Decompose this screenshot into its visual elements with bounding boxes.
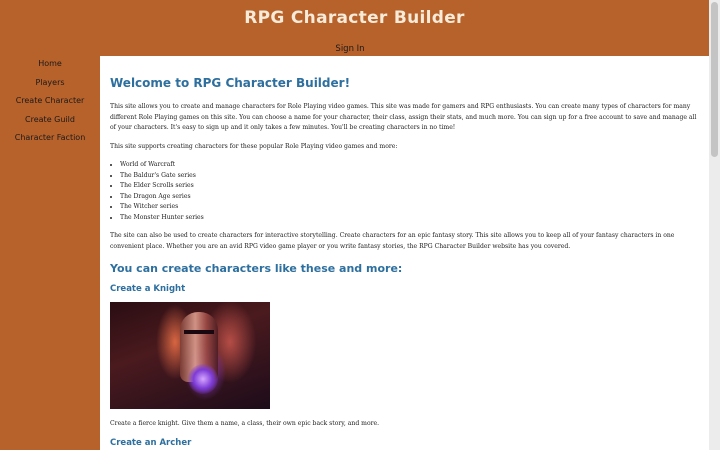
page-scrollbar[interactable] — [709, 0, 720, 450]
knight-image — [110, 302, 270, 409]
list-item: The Dragon Age series — [120, 192, 699, 203]
site-title: RPG Character Builder — [244, 8, 465, 28]
sidebar-item-create-character[interactable]: Create Character — [0, 93, 100, 112]
intro-paragraph: This site allows you to create and manag… — [110, 103, 697, 131]
archer-heading: Create an Archer — [110, 437, 192, 448]
sidebar-item-home[interactable]: Home — [0, 56, 100, 75]
section-heading: You can create characters like these and… — [110, 262, 403, 275]
scrollbar-thumb[interactable] — [711, 2, 718, 157]
purple-glow-shape — [188, 364, 218, 394]
list-item: World of Warcraft — [120, 160, 699, 171]
main-content: Welcome to RPG Character Builder! This s… — [100, 56, 709, 450]
page-title: Welcome to RPG Character Builder! — [110, 76, 351, 90]
list-item: The Baldur's Gate series — [120, 171, 699, 182]
sidebar-item-create-guild[interactable]: Create Guild — [0, 112, 100, 131]
sidebar-item-players[interactable]: Players — [0, 75, 100, 94]
knight-caption: Create a fierce knight. Give them a name… — [110, 420, 380, 427]
knight-heading: Create a Knight — [110, 284, 186, 294]
storytelling-paragraph: The site can also be used to create char… — [110, 232, 675, 250]
knight-visor-shape — [184, 330, 214, 334]
sidebar-item-character-faction[interactable]: Character Faction — [0, 130, 100, 149]
sign-in-link[interactable]: Sign In — [300, 44, 400, 54]
list-item: The Witcher series — [120, 202, 699, 213]
supports-paragraph: This site supports creating characters f… — [110, 142, 398, 150]
list-item: The Elder Scrolls series — [120, 181, 699, 192]
sidebar-nav: Home Players Create Character Create Gui… — [0, 56, 100, 149]
games-list: World of Warcraft The Baldur's Gate seri… — [110, 160, 699, 223]
site-header: RPG Character Builder Sign In — [0, 0, 709, 56]
list-item: The Monster Hunter series — [120, 213, 699, 224]
